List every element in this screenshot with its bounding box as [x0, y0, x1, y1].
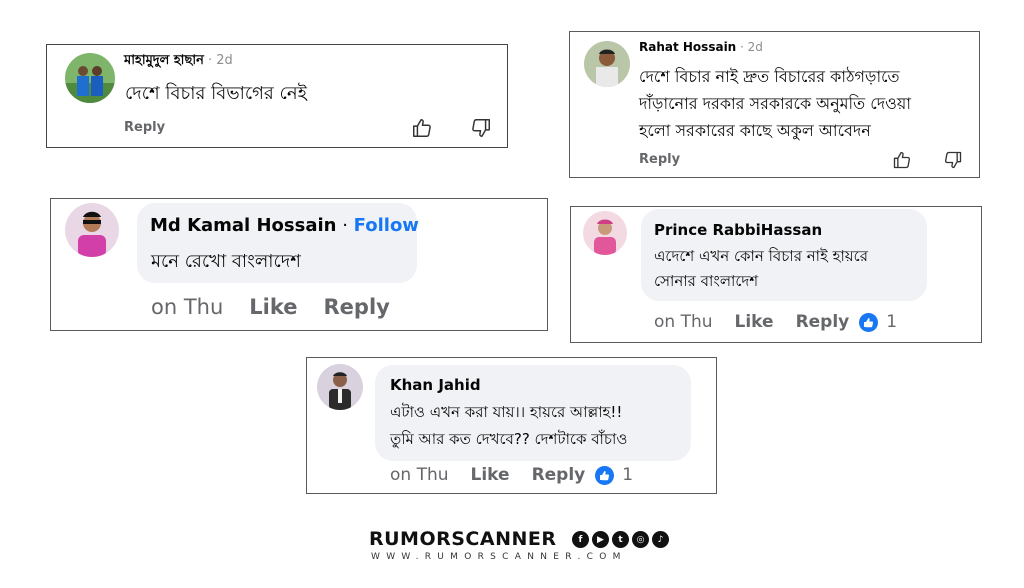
- comment-line: এটাও এখন করা যায়।। হায়রে আল্লাহ!!: [390, 403, 623, 421]
- brand-wordmark: RUMORSCANNER: [369, 528, 557, 550]
- like-reaction-icon: [595, 465, 615, 485]
- comment-line: সোনার বাংলাদেশ: [654, 272, 759, 290]
- avatar[interactable]: [65, 53, 115, 103]
- avatar[interactable]: [584, 41, 630, 87]
- commenter-name[interactable]: Rahat Hossain · 2d: [639, 40, 763, 54]
- comment-card-prince: Prince RabbiHassan এদেশে এখন কোন বিচার ন…: [570, 206, 982, 343]
- avatar[interactable]: [317, 364, 363, 410]
- comment-time: 2d: [216, 53, 233, 68]
- reaction-summary[interactable]: 1: [595, 465, 633, 485]
- twitter-icon: t: [612, 531, 629, 548]
- comment-line: হলো সরকারের কাছে অকুল আবেদন: [639, 121, 871, 140]
- thumbs-up-outline-icon[interactable]: [892, 150, 912, 174]
- reaction-count: 1: [622, 465, 634, 485]
- comment-card-rahat: Rahat Hossain · 2d দেশে বিচার নাই দ্রুত …: [569, 31, 980, 178]
- avatar[interactable]: [65, 203, 119, 257]
- reaction-count: 1: [886, 312, 898, 332]
- commenter-name[interactable]: Md Kamal Hossain · Follow: [150, 215, 419, 236]
- brand-url: WWW.RUMORSCANNER.COM: [371, 552, 627, 562]
- comment-text: দেশে বিচার নাই দ্রুত বিচারের কাঠগড়াতে দ…: [639, 63, 911, 144]
- thumbs-down-outline-icon[interactable]: [943, 150, 963, 174]
- youtube-icon: ▶: [592, 531, 609, 548]
- facebook-icon: f: [572, 531, 589, 548]
- reply-button[interactable]: Reply: [639, 152, 680, 167]
- reply-button[interactable]: Reply: [532, 465, 586, 485]
- like-button[interactable]: Like: [471, 465, 510, 485]
- comment-line: তুমি আর কত দেখবে?? দেশটাকে বাঁচাও: [390, 430, 628, 448]
- follow-button[interactable]: Follow: [354, 215, 419, 236]
- comment-line: দাঁড়ানোর দরকার সরকারকে অনুমতি দেওয়া: [639, 94, 911, 113]
- reply-button[interactable]: Reply: [796, 312, 850, 332]
- rumorscanner-logo: RUMORSCANNER f ▶ t ◎ ♪ WWW.RUMORSCANNER.…: [369, 528, 669, 568]
- comment-time: 2d: [747, 40, 763, 54]
- thumbs-up-outline-icon[interactable]: [411, 117, 433, 143]
- like-button[interactable]: Like: [249, 295, 297, 319]
- comment-text: এদেশে এখন কোন বিচার নাই হায়রে সোনার বাং…: [654, 244, 868, 294]
- social-icons: f ▶ t ◎ ♪: [572, 531, 669, 548]
- commenter-name[interactable]: মাহামুদুল হাছান · 2d: [124, 51, 233, 72]
- comment-card-kamal: Md Kamal Hossain · Follow মনে রেখো বাংলা…: [50, 198, 548, 331]
- comment-card-khan: Khan Jahid এটাও এখন করা যায়।। হায়রে আল…: [306, 357, 717, 494]
- comment-line: দেশে বিচার নাই দ্রুত বিচারের কাঠগড়াতে: [639, 67, 900, 86]
- avatar[interactable]: [583, 211, 627, 255]
- thumbs-down-outline-icon[interactable]: [470, 117, 492, 143]
- comment-time[interactable]: on Thu: [151, 295, 223, 319]
- reaction-summary[interactable]: 1: [859, 312, 897, 332]
- comment-line: এদেশে এখন কোন বিচার নাই হায়রে: [654, 247, 868, 265]
- like-button[interactable]: Like: [735, 312, 774, 332]
- comment-card-mahamudul: মাহামুদুল হাছান · 2d দেশে বিচার বিভাগের …: [46, 44, 508, 148]
- comment-text: দেশে বিচার বিভাগের নেই: [125, 83, 307, 104]
- reply-button[interactable]: Reply: [124, 120, 165, 135]
- commenter-name[interactable]: Prince RabbiHassan: [654, 221, 822, 239]
- comment-time[interactable]: on Thu: [654, 312, 713, 332]
- reply-button[interactable]: Reply: [324, 295, 390, 319]
- tiktok-icon: ♪: [652, 531, 669, 548]
- comment-text: মনে রেখো বাংলাদেশ: [151, 251, 301, 272]
- comment-time[interactable]: on Thu: [390, 465, 449, 485]
- like-reaction-icon: [859, 312, 879, 332]
- comment-text: এটাও এখন করা যায়।। হায়রে আল্লাহ!! তুমি…: [390, 399, 627, 453]
- commenter-name[interactable]: Khan Jahid: [390, 376, 481, 394]
- instagram-icon: ◎: [632, 531, 649, 548]
